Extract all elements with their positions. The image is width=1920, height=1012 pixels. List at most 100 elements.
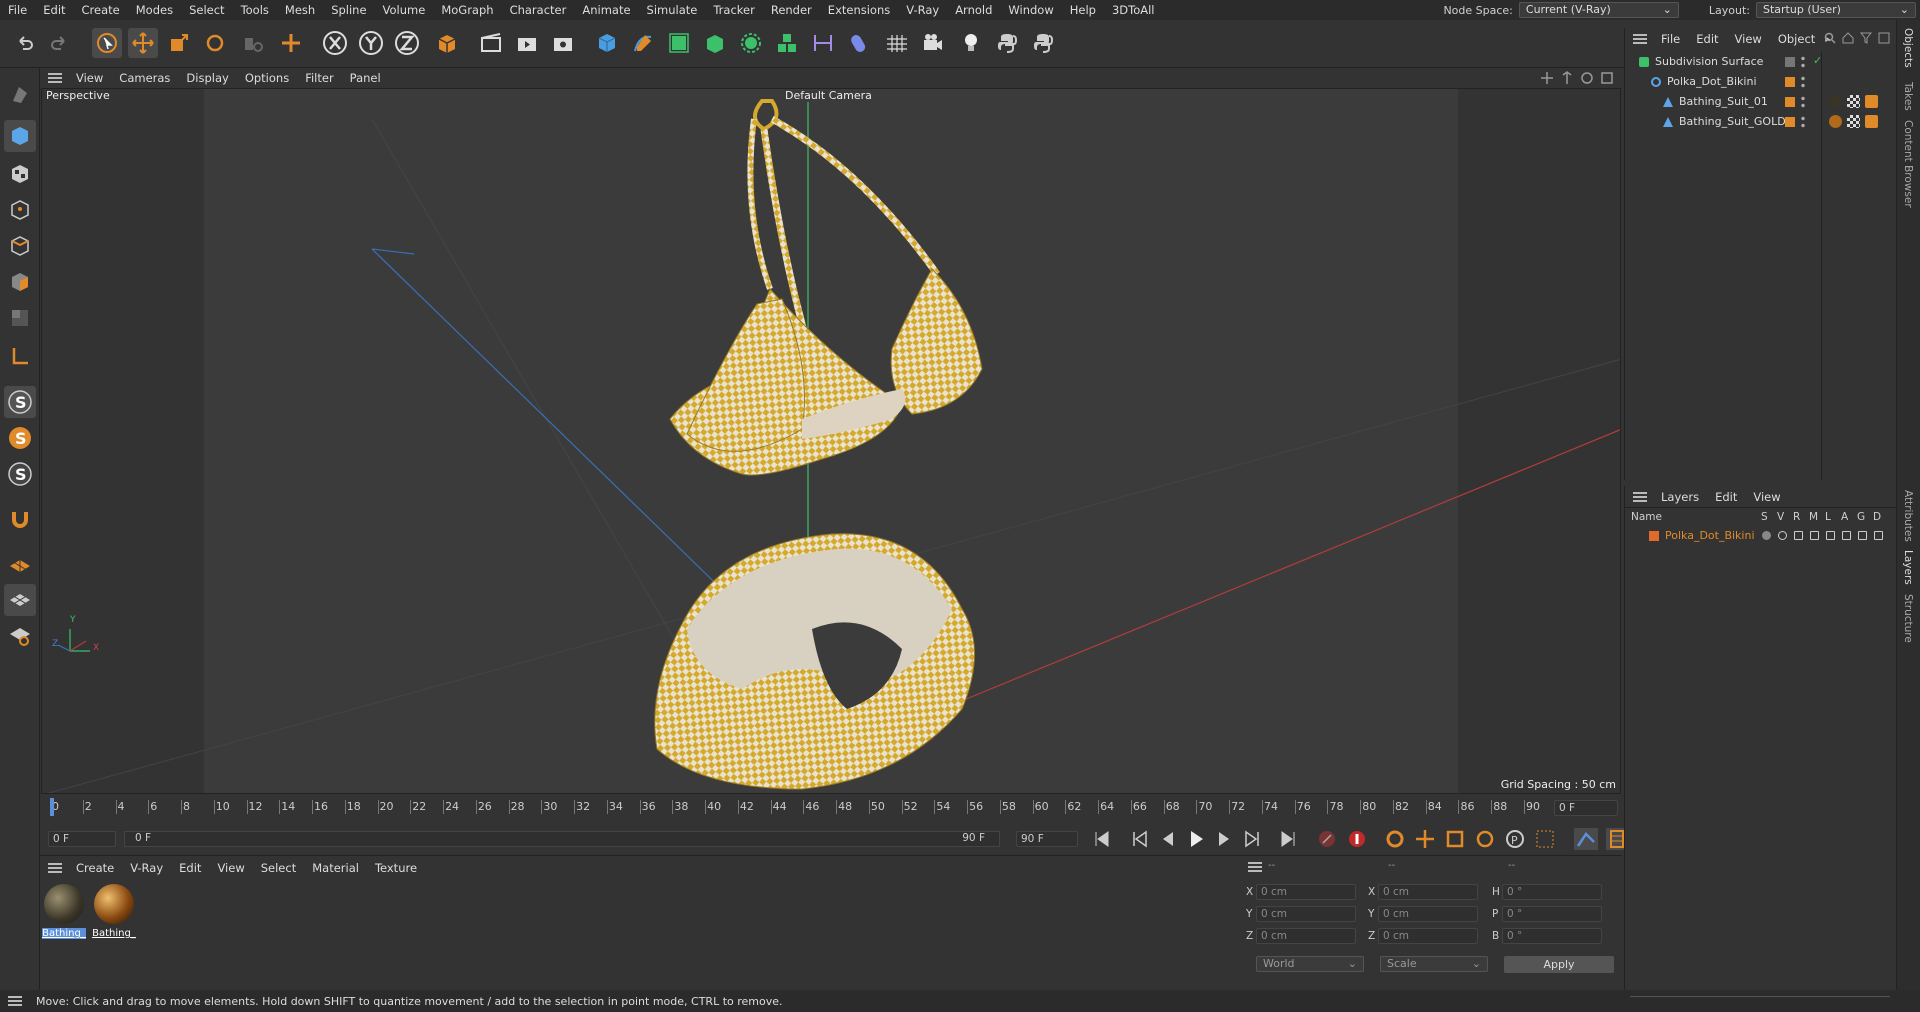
viewport-menu-display[interactable]: Display <box>178 71 236 85</box>
object-menu-object[interactable]: Object <box>1770 32 1823 46</box>
checker-tag-icon[interactable] <box>1847 115 1860 128</box>
add-environment-button[interactable] <box>844 28 874 58</box>
menu-select[interactable]: Select <box>181 0 232 20</box>
key-parameter-icon[interactable]: P <box>1504 828 1526 850</box>
object-menu-edit[interactable]: Edit <box>1688 32 1726 46</box>
frame-range-slider[interactable]: 0 F 90 F <box>124 831 1000 847</box>
coord-size-field[interactable]: 0 cm <box>1378 928 1478 944</box>
object-tree-row[interactable]: Bathing_Suit_GOLD <box>1625 112 1897 132</box>
x-axis-lock-button[interactable] <box>320 28 350 58</box>
previous-key-icon[interactable] <box>1130 828 1150 850</box>
menu-window[interactable]: Window <box>1000 0 1061 20</box>
autokey-icon[interactable] <box>1346 828 1368 850</box>
object-tree-row[interactable]: Bathing_Suit_01 <box>1625 92 1897 112</box>
object-menu-view[interactable]: View <box>1727 32 1770 46</box>
layer-row[interactable]: Polka_Dot_Bikini <box>1625 526 1896 546</box>
keyframe-selection-icon[interactable] <box>1384 828 1406 850</box>
menu-simulate[interactable]: Simulate <box>639 0 706 20</box>
motion-system-icon[interactable] <box>1574 828 1598 850</box>
layer-menu-edit[interactable]: Edit <box>1707 490 1745 504</box>
tab-layers[interactable]: Layers <box>1902 550 1914 585</box>
material-tag-icon[interactable] <box>1829 95 1842 108</box>
coord-position-field[interactable]: 0 cm <box>1256 928 1356 944</box>
menu-animate[interactable]: Animate <box>574 0 638 20</box>
y-axis-lock-button[interactable] <box>356 28 386 58</box>
coordinate-system-button[interactable] <box>432 28 462 58</box>
render-settings-button[interactable] <box>548 28 578 58</box>
add-cube-button[interactable] <box>592 28 622 58</box>
tab-attributes[interactable]: Attributes <box>1902 490 1914 542</box>
zoom-view-icon[interactable] <box>1560 71 1574 85</box>
workplane-button[interactable] <box>4 548 36 580</box>
z-axis-lock-button[interactable] <box>392 28 422 58</box>
menu-spline[interactable]: Spline <box>323 0 374 20</box>
status-hamburger-icon[interactable] <box>8 996 22 1006</box>
menu-file[interactable]: File <box>0 0 35 20</box>
next-frame-icon[interactable] <box>1214 828 1234 850</box>
material-swatch[interactable]: Bathing_ <box>92 884 136 939</box>
tab-takes[interactable]: Takes <box>1902 82 1914 111</box>
polygon-mode-button[interactable] <box>4 266 36 298</box>
snap-settings-button[interactable]: S <box>4 422 36 454</box>
object-menu-file[interactable]: File <box>1653 32 1688 46</box>
render-icon[interactable] <box>1794 531 1803 540</box>
current-frame-field[interactable]: 0 F <box>1554 800 1618 816</box>
menu-render[interactable]: Render <box>763 0 820 20</box>
rotate-tool-button[interactable] <box>200 28 230 58</box>
select-tool-button[interactable] <box>92 28 122 58</box>
add-mograph-button[interactable] <box>736 28 766 58</box>
key-pla-icon[interactable] <box>1534 828 1556 850</box>
layer-color-swatch[interactable] <box>1785 117 1795 127</box>
go-to-end-icon[interactable] <box>1278 828 1298 850</box>
undo-button[interactable] <box>10 28 40 58</box>
material-tag-icon[interactable] <box>1829 115 1842 128</box>
add-light-button[interactable] <box>956 28 986 58</box>
menu-v-ray[interactable]: V-Ray <box>898 0 947 20</box>
start-frame-field[interactable]: 0 F <box>48 831 116 847</box>
layer-color-swatch[interactable] <box>1785 97 1795 107</box>
menu-character[interactable]: Character <box>502 0 575 20</box>
viewport-menu-view[interactable]: View <box>68 71 111 85</box>
add-floor-button[interactable] <box>882 28 912 58</box>
axis-mode-button[interactable] <box>4 340 36 372</box>
move-tool-button[interactable] <box>128 28 158 58</box>
generator-icon[interactable] <box>1858 531 1867 540</box>
filter-icon[interactable] <box>1860 32 1872 44</box>
tab-objects[interactable]: Objects <box>1902 28 1914 68</box>
layer-color-swatch[interactable] <box>1649 531 1659 541</box>
layer-color-swatch[interactable] <box>1785 57 1795 67</box>
add-field-button[interactable] <box>808 28 838 58</box>
menu-tracker[interactable]: Tracker <box>705 0 763 20</box>
material-menu-create[interactable]: Create <box>68 861 122 875</box>
edge-mode-button[interactable] <box>4 230 36 262</box>
apply-button[interactable]: Apply <box>1504 956 1614 973</box>
menu-mograph[interactable]: MoGraph <box>433 0 501 20</box>
coords-hamburger-icon[interactable] <box>1248 862 1262 872</box>
play-icon[interactable] <box>1186 828 1206 850</box>
menu-create[interactable]: Create <box>74 0 128 20</box>
make-editable-button[interactable] <box>4 78 36 110</box>
end-frame-field[interactable]: 90 F <box>1016 831 1078 847</box>
lock-icon[interactable] <box>1826 531 1835 540</box>
layer-menu-view[interactable]: View <box>1745 490 1788 504</box>
play-icon[interactable] <box>1842 531 1851 540</box>
redo-button[interactable] <box>44 28 74 58</box>
coord-position-field[interactable]: 0 cm <box>1256 906 1356 922</box>
coord-position-field[interactable]: 0 cm <box>1256 884 1356 900</box>
coords-space-select[interactable]: World ⌄ <box>1256 956 1364 972</box>
maximize-view-icon[interactable] <box>1600 71 1614 85</box>
key-scale-icon[interactable] <box>1444 828 1466 850</box>
camera-label[interactable]: Default Camera <box>783 89 874 102</box>
render-region-button[interactable] <box>476 28 506 58</box>
coord-rotation-field[interactable]: 0 ° <box>1502 884 1602 900</box>
record-disabled-icon[interactable] <box>1316 828 1338 850</box>
menu-modes[interactable]: Modes <box>128 0 181 20</box>
material-menu-texture[interactable]: Texture <box>367 861 425 875</box>
live-move-button[interactable] <box>276 28 306 58</box>
material-menu-material[interactable]: Material <box>304 861 367 875</box>
menu-3dtoall[interactable]: 3DToAll <box>1104 0 1163 20</box>
menu-help[interactable]: Help <box>1062 0 1104 20</box>
material-hamburger-icon[interactable] <box>48 863 62 873</box>
material-swatch[interactable]: Bathing_ <box>42 884 86 939</box>
pan-view-icon[interactable] <box>1540 71 1554 85</box>
